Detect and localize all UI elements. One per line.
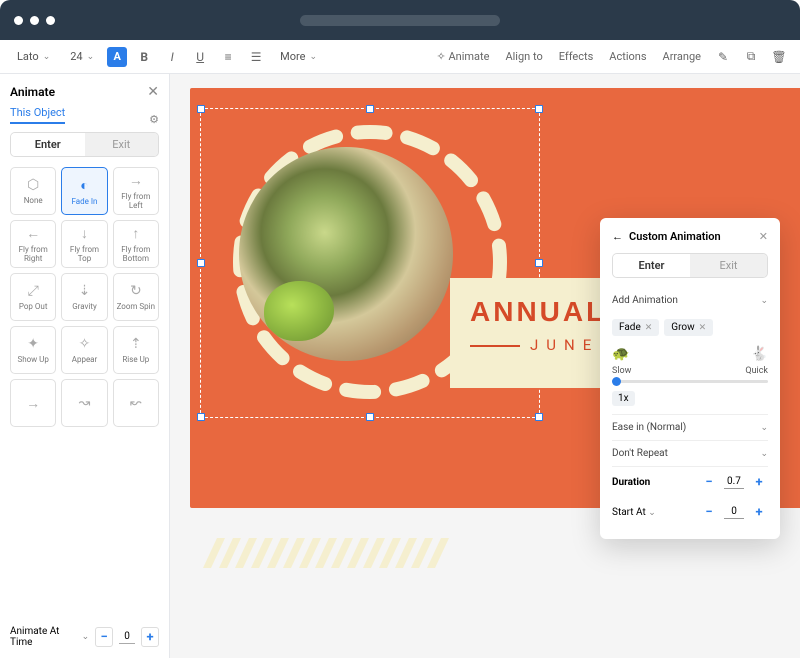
underline-button[interactable]: U (189, 46, 211, 68)
anim-fly-bottom[interactable]: ↑Fly from Bottom (113, 220, 159, 268)
dot-min[interactable] (30, 16, 39, 25)
anim-extra-3[interactable]: ↜ (113, 379, 159, 427)
custom-animation-popup: ← Custom Animation ✕ Enter Exit Add Anima… (600, 218, 780, 539)
time-decrement[interactable]: − (95, 627, 113, 647)
actions-button[interactable]: Actions (604, 48, 651, 65)
start-decrement[interactable]: − (700, 503, 718, 521)
start-chevron-icon[interactable]: ⌄ (648, 508, 656, 518)
anim-rise-up[interactable]: ⇡Rise Up (113, 326, 159, 374)
chip-fade[interactable]: Fade✕ (612, 319, 659, 336)
object-tab[interactable]: This Object (10, 106, 65, 124)
popup-tabs: Enter Exit (612, 253, 768, 278)
font-size-select[interactable]: 24⌄ (63, 47, 101, 66)
add-animation-row[interactable]: Add Animation⌄ (612, 288, 768, 313)
copy-icon[interactable]: ⧉ (740, 46, 762, 68)
chevron-down-icon: ⌄ (760, 296, 768, 306)
popup-title: Custom Animation (629, 230, 721, 243)
anim-pop-out[interactable]: ⤢Pop Out (10, 273, 56, 321)
tab-enter[interactable]: Enter (11, 133, 85, 156)
time-row: Animate At Time ⌄ − 0 + (10, 626, 159, 648)
animate-panel: Animate ✕ This Object ⚙ Enter Exit ⬡None… (0, 74, 170, 658)
arrange-button[interactable]: Arrange (658, 48, 706, 65)
duration-decrement[interactable]: − (700, 473, 718, 491)
anim-fly-right[interactable]: ←Fly from Right (10, 220, 56, 268)
food-photo (239, 147, 453, 361)
start-value[interactable]: 0 (724, 506, 744, 519)
handle-br[interactable] (535, 413, 543, 421)
anim-gravity[interactable]: ⇣Gravity (61, 273, 107, 321)
anim-appear[interactable]: ✧Appear (61, 326, 107, 374)
enter-exit-tabs: Enter Exit (10, 132, 159, 157)
time-value[interactable]: 0 (119, 631, 135, 644)
list-button[interactable]: ☰ (245, 46, 267, 68)
ease-row[interactable]: Ease in (Normal)⌄ (612, 414, 768, 440)
duration-label: Duration (612, 477, 650, 488)
wand-icon[interactable]: ✎ (712, 46, 734, 68)
handle-ml[interactable] (197, 259, 205, 267)
more-menu[interactable]: More⌄ (273, 47, 324, 66)
repeat-row[interactable]: Don't Repeat⌄ (612, 440, 768, 466)
chip-remove-icon[interactable]: ✕ (699, 323, 707, 333)
anim-none[interactable]: ⬡None (10, 167, 56, 215)
speed-multiplier[interactable]: 1x (612, 391, 635, 406)
text-color-button[interactable]: A (107, 47, 127, 67)
time-chevron-icon[interactable]: ⌄ (82, 632, 90, 642)
back-arrow-icon[interactable]: ← (612, 230, 623, 243)
quick-label: Quick (745, 366, 768, 376)
stripes-bottom (210, 538, 442, 568)
rabbit-icon: 🐇 (751, 346, 768, 362)
panel-title: Animate (10, 85, 55, 99)
lime-shape (264, 281, 334, 341)
align-button[interactable]: ≡ (217, 46, 239, 68)
slider-handle[interactable] (612, 377, 621, 386)
trash-icon[interactable]: 🗑 (768, 46, 790, 68)
anim-show-up[interactable]: ✦Show Up (10, 326, 56, 374)
anim-extra-2[interactable]: ↝ (61, 379, 107, 427)
animation-grid: ⬡None ◐Fade In →Fly from Left ←Fly from … (10, 167, 159, 427)
anim-extra-1[interactable]: → (10, 379, 56, 427)
window-dots (14, 16, 55, 25)
speed-slider[interactable] (612, 380, 768, 383)
font-select[interactable]: Lato⌄ (10, 47, 57, 66)
handle-bm[interactable] (366, 413, 374, 421)
gear-icon[interactable]: ⚙ (149, 113, 159, 126)
animate-button[interactable]: ✧ Animate (432, 48, 495, 65)
popup-tab-exit[interactable]: Exit (690, 254, 767, 277)
handle-tm[interactable] (366, 105, 374, 113)
duration-value[interactable]: 0.7 (724, 476, 744, 489)
handle-mr[interactable] (535, 259, 543, 267)
anim-fly-top[interactable]: ↓Fly from Top (61, 220, 107, 268)
popup-close-icon[interactable]: ✕ (759, 230, 768, 243)
url-bar[interactable] (300, 15, 500, 26)
time-label: Animate At Time (10, 626, 76, 648)
anim-fly-left[interactable]: →Fly from Left (113, 167, 159, 215)
italic-button[interactable]: I (161, 46, 183, 68)
turtle-icon: 🐢 (612, 346, 629, 362)
handle-tr[interactable] (535, 105, 543, 113)
top-toolbar: Lato⌄ 24⌄ A B I U ≡ ☰ More⌄ ✧ Animate Al… (0, 40, 800, 74)
duration-increment[interactable]: + (750, 473, 768, 491)
time-increment[interactable]: + (141, 627, 159, 647)
chip-remove-icon[interactable]: ✕ (645, 323, 653, 333)
chip-grow[interactable]: Grow✕ (664, 319, 713, 336)
browser-chrome (0, 0, 800, 40)
slow-label: Slow (612, 366, 631, 376)
effects-button[interactable]: Effects (554, 48, 599, 65)
anim-zoom-spin[interactable]: ↻Zoom Spin (113, 273, 159, 321)
dot-max[interactable] (46, 16, 55, 25)
start-label: Start At (612, 507, 646, 518)
handle-tl[interactable] (197, 105, 205, 113)
close-icon[interactable]: ✕ (147, 84, 159, 100)
start-increment[interactable]: + (750, 503, 768, 521)
tab-exit[interactable]: Exit (85, 133, 159, 156)
dot-close[interactable] (14, 16, 23, 25)
handle-bl[interactable] (197, 413, 205, 421)
chips-row: Fade✕ Grow✕ (612, 319, 768, 336)
align-to-button[interactable]: Align to (500, 48, 547, 65)
anim-fade-in[interactable]: ◐Fade In (61, 167, 107, 215)
popup-tab-enter[interactable]: Enter (613, 254, 690, 277)
bold-button[interactable]: B (133, 46, 155, 68)
